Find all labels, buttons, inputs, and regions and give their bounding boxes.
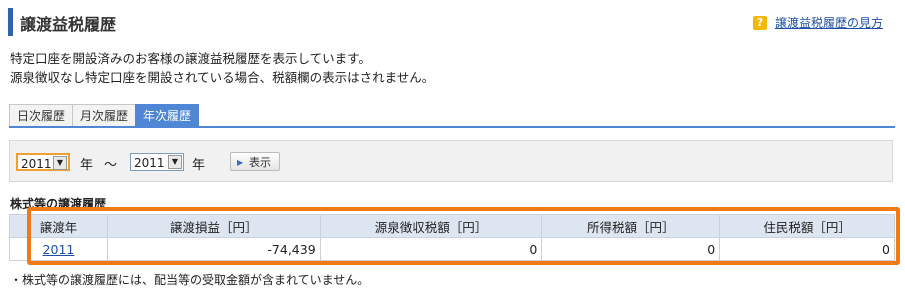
cell-withholding-tax: 0: [319, 237, 543, 261]
help-link-group[interactable]: ? 譲渡益税履歴の見方: [752, 14, 883, 31]
cell-income-tax: 0: [541, 237, 721, 261]
to-year-select[interactable]: 2011 ▼: [130, 153, 184, 171]
show-button-label: 表示: [249, 156, 271, 169]
year-filter-panel: 2011 ▼ 年 ～ 2011 ▼ 年 ▶ 表示: [9, 140, 893, 182]
header-withholding-tax: 源泉徴収税額［円］: [319, 214, 543, 238]
chevron-down-icon: ▼: [168, 155, 182, 169]
from-year-select[interactable]: 2011 ▼: [16, 153, 70, 171]
tab-underline: [9, 126, 895, 128]
header-income-tax: 所得税額［円］: [541, 214, 721, 238]
tab-yearly[interactable]: 年次履歴: [135, 104, 200, 128]
cell-resident-tax: 0: [719, 237, 895, 261]
history-tabs: 日次履歴 月次履歴 年次履歴: [9, 104, 200, 128]
help-icon: ?: [752, 15, 767, 30]
table-header-row: 譲渡年 譲渡損益［円］ 源泉徴収税額［円］ 所得税額［円］ 住民税額［円］: [9, 214, 895, 238]
from-year-suffix: 年: [80, 158, 94, 173]
description-line-2: 源泉徴収なし特定口座を開設されている場合、税額欄の表示はされません。: [10, 70, 435, 85]
play-icon: ▶: [237, 158, 244, 167]
cell-year: 2011: [9, 237, 108, 261]
year-link[interactable]: 2011: [43, 242, 75, 257]
description-line-1: 特定口座を開設済みのお客様の譲渡益税履歴を表示しています。: [10, 51, 371, 66]
header-year: 譲渡年: [9, 214, 108, 238]
section-title: 株式等の譲渡履歴: [10, 197, 107, 211]
to-year-value: 2011: [134, 156, 165, 170]
header-gain-loss: 譲渡損益［円］: [106, 214, 321, 238]
tab-daily[interactable]: 日次履歴: [9, 104, 73, 128]
from-year-value: 2011: [21, 157, 52, 171]
footnote: ・株式等の譲渡履歴には、配当等の受取金額が含まれていません。: [10, 273, 370, 287]
cell-gain-loss: -74,439: [106, 237, 321, 261]
tab-monthly[interactable]: 月次履歴: [72, 104, 136, 128]
range-separator: ～: [104, 158, 118, 173]
show-button[interactable]: ▶ 表示: [230, 152, 280, 171]
transfer-history-table: 譲渡年 譲渡損益［円］ 源泉徴収税額［円］ 所得税額［円］ 住民税額［円］ 20…: [9, 214, 895, 261]
page-title: 譲渡益税履歴: [20, 15, 117, 34]
title-accent-bar: [8, 8, 13, 36]
table-row: 2011 -74,439 0 0 0: [9, 237, 895, 261]
page-description: 特定口座を開設済みのお客様の譲渡益税履歴を表示しています。 源泉徴収なし特定口座…: [10, 49, 434, 87]
help-link[interactable]: 譲渡益税履歴の見方: [775, 14, 883, 31]
chevron-down-icon: ▼: [53, 156, 67, 170]
header-resident-tax: 住民税額［円］: [719, 214, 895, 238]
to-year-suffix: 年: [192, 158, 206, 173]
